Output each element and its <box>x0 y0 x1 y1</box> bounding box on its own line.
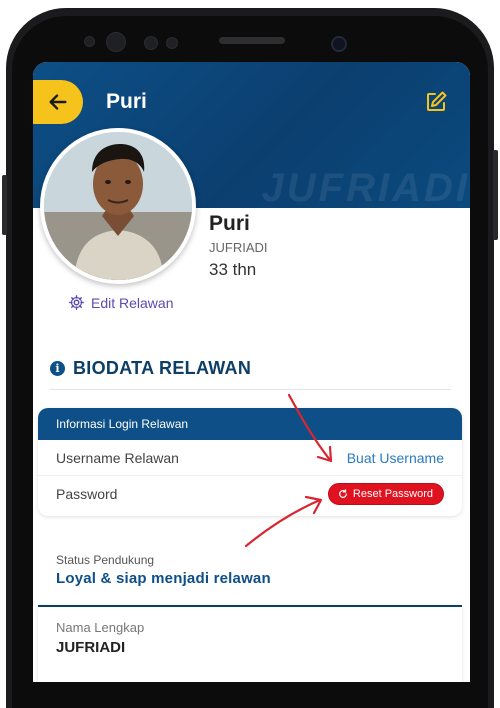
biodata-section-title: i BIODATA RELAWAN <box>50 358 251 379</box>
profile-username: JUFRIADI <box>209 240 268 255</box>
phone-front-camera <box>106 32 126 52</box>
password-label: Password <box>56 486 118 502</box>
login-info-card: Informasi Login Relawan Username Relawan… <box>38 408 462 516</box>
login-card-title: Informasi Login Relawan <box>38 408 462 440</box>
phone-speaker <box>219 37 285 44</box>
profile-name: Puri <box>209 212 250 235</box>
username-row: Username Relawan Buat Username <box>38 440 462 476</box>
status-label: Status Pendukung <box>56 553 155 567</box>
username-label: Username Relawan <box>56 449 179 466</box>
edit-square-icon[interactable] <box>424 90 448 114</box>
phone-lens <box>331 36 347 52</box>
full-name-label: Nama Lengkap <box>56 620 145 635</box>
avatar-photo <box>44 132 192 280</box>
refresh-icon <box>338 489 347 498</box>
section-divider <box>50 389 451 390</box>
password-row: Password Reset Password <box>38 476 462 512</box>
create-username-link[interactable]: Buat Username <box>347 450 444 466</box>
arrow-left-icon <box>49 94 67 110</box>
phone-side-button-left <box>2 175 7 235</box>
reset-password-button[interactable]: Reset Password <box>327 483 444 505</box>
person-photo-illustration <box>44 132 192 280</box>
page-title: Puri <box>106 90 147 113</box>
edit-relawan-link[interactable]: Edit Relawan <box>68 294 174 311</box>
biodata-title-text: BIODATA RELAWAN <box>73 358 252 378</box>
phone-side-button-right <box>493 150 498 240</box>
reset-password-label: Reset Password <box>352 488 433 500</box>
app-screen: JUFRIADI Puri Puri JUFRIADI 33 thn Edit … <box>33 62 470 682</box>
header-watermark: JUFRIADI <box>261 166 470 210</box>
phone-sensor-2 <box>144 36 158 50</box>
avatar[interactable] <box>40 128 196 284</box>
profile-age: 33 thn <box>209 260 257 279</box>
edit-relawan-label: Edit Relawan <box>91 294 174 311</box>
back-button[interactable] <box>33 80 83 124</box>
status-value: Loyal & siap menjadi relawan <box>56 570 271 587</box>
phone-sensor-3 <box>166 37 178 49</box>
gear-icon <box>69 295 84 310</box>
phone-sensor-1 <box>84 36 95 47</box>
full-name-card: Nama Lengkap JUFRIADI <box>38 605 462 682</box>
full-name-value: JUFRIADI <box>56 639 126 656</box>
info-icon: i <box>50 361 65 376</box>
